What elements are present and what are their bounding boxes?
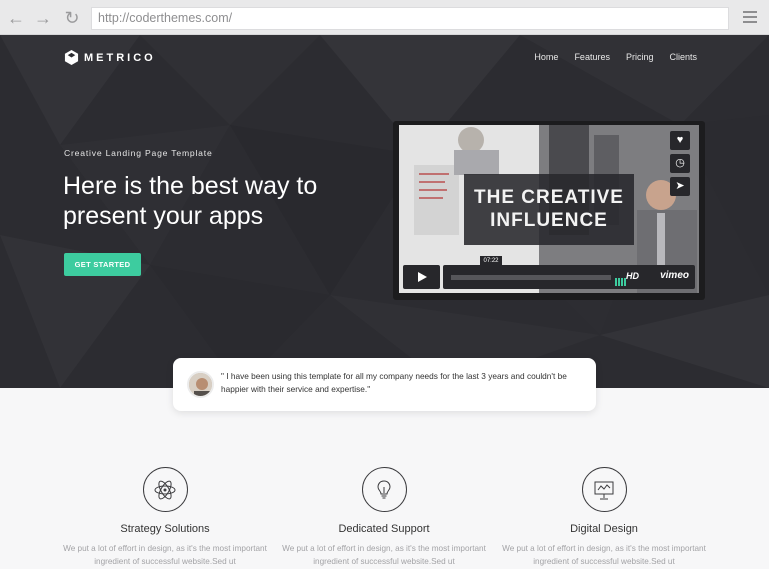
arrow-left-icon[interactable]: ← <box>6 8 26 28</box>
hamburger-menu-icon[interactable] <box>743 11 757 23</box>
hero-tagline: Creative Landing Page Template <box>64 148 213 158</box>
hero-headline: Here is the best way to present your app… <box>63 171 383 231</box>
feature-strategy: Strategy Solutions We put a lot of effor… <box>55 467 275 568</box>
avatar-image <box>189 373 212 396</box>
get-started-button[interactable]: GET STARTED <box>64 253 141 276</box>
progress-bar[interactable]: 07:22 HD vimeo <box>443 256 695 289</box>
video-player[interactable]: THE CREATIVE INFLUENCE ♥ ◷ ➤ 07:22 HD vi… <box>393 121 705 300</box>
video-title-line-2: INFLUENCE <box>490 210 608 231</box>
feature-design: Digital Design We put a lot of effort in… <box>494 467 714 568</box>
feature-text: We put a lot of effort in design, as it'… <box>282 544 486 566</box>
send-icon[interactable]: ➤ <box>670 177 690 196</box>
hexagon-logo-icon <box>64 50 79 65</box>
presentation-icon <box>581 467 627 512</box>
seek-track[interactable] <box>451 275 611 280</box>
heart-icon[interactable]: ♥ <box>670 131 690 150</box>
lightbulb-icon <box>361 467 407 512</box>
nav-pricing[interactable]: Pricing <box>626 52 654 62</box>
testimonial-quote: " I have been using this template for al… <box>221 371 567 394</box>
atom-icon <box>142 467 188 512</box>
video-frame[interactable]: THE CREATIVE INFLUENCE ♥ ◷ ➤ 07:22 HD vi… <box>399 125 699 293</box>
main-nav: Home Features Pricing Clients <box>518 52 697 62</box>
nav-clients[interactable]: Clients <box>669 52 697 62</box>
video-title-line-1: THE CREATIVE <box>474 187 624 208</box>
brand-name: METRICO <box>84 51 156 64</box>
headline-line-1: Here is the best way to <box>63 172 318 200</box>
hd-label[interactable]: HD <box>626 271 639 281</box>
video-title-box: THE CREATIVE INFLUENCE <box>464 174 634 245</box>
feature-support: Dedicated Support We put a lot of effort… <box>274 467 494 568</box>
feature-title: Strategy Solutions <box>120 523 210 535</box>
nav-features[interactable]: Features <box>574 52 610 62</box>
hero-section: METRICO Home Features Pricing Clients Cr… <box>0 35 769 388</box>
video-time: 07:22 <box>480 256 502 266</box>
testimonial-card: " I have been using this template for al… <box>173 358 596 411</box>
feature-text: We put a lot of effort in design, as it'… <box>63 544 267 566</box>
address-bar[interactable]: http://coderthemes.com/ <box>91 7 729 30</box>
feature-title: Digital Design <box>570 523 638 535</box>
avatar <box>187 371 214 398</box>
brand-logo[interactable]: METRICO <box>64 50 156 65</box>
reload-icon[interactable]: ↻ <box>62 8 82 28</box>
play-button[interactable] <box>403 265 440 289</box>
arrow-right-icon[interactable]: → <box>33 8 53 28</box>
clock-icon[interactable]: ◷ <box>670 154 690 173</box>
vimeo-logo[interactable]: vimeo <box>660 270 689 281</box>
play-icon <box>418 272 427 282</box>
video-controls: 07:22 HD vimeo <box>403 256 695 289</box>
feature-title: Dedicated Support <box>338 523 430 535</box>
browser-toolbar: ← → ↻ http://coderthemes.com/ <box>0 0 769 35</box>
headline-line-2: present your apps <box>63 202 264 230</box>
feature-text: We put a lot of effort in design, as it'… <box>502 544 706 566</box>
nav-home[interactable]: Home <box>534 52 558 62</box>
